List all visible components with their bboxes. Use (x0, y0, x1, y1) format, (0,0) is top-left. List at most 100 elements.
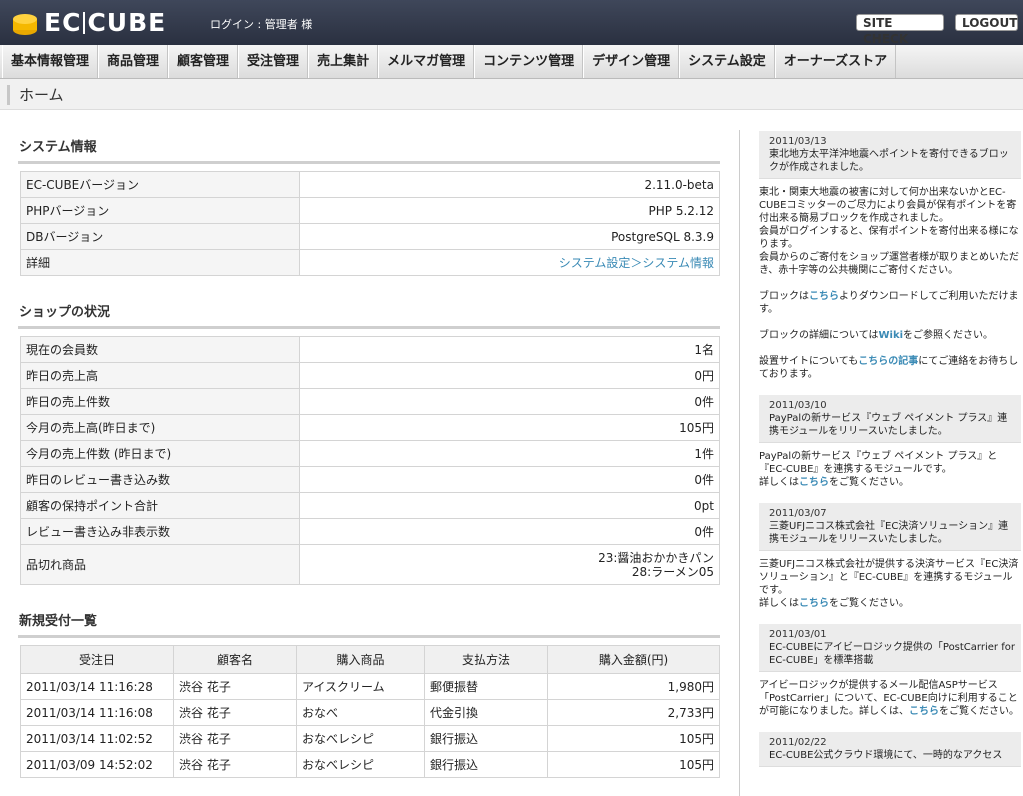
order-amount: 2,733円 (547, 699, 720, 726)
new-orders-table: 受注日 顧客名 購入商品 支払方法 購入金額(円) 2011/03/14 11:… (20, 645, 720, 778)
table-row: DBバージョン PostgreSQL 8.3.9 (20, 223, 720, 250)
ec-cube-logo[interactable]: EC CUBE (12, 8, 166, 37)
detail-link[interactable]: こちら (799, 477, 829, 488)
news-date: 2011/03/13 (769, 136, 827, 147)
row-value: 2.11.0-beta (299, 171, 720, 198)
nav-mailmagazine[interactable]: メルマガ管理 (378, 45, 475, 78)
table-row: 詳細 システム設定＞システム情報 (20, 249, 720, 276)
row-label: 昨日の売上高 (20, 362, 300, 389)
news-paragraph: 設置サイトについてもこちらの記事にてご連絡をお待ちしております。 (759, 355, 1021, 381)
login-status: ログイン : 管理者 様 (210, 18, 313, 31)
nav-design[interactable]: デザイン管理 (583, 45, 680, 78)
row-label: 今月の売上件数 (昨日まで) (20, 440, 300, 467)
col-header: 購入金額(円) (547, 645, 720, 674)
table-row[interactable]: 2011/03/14 11:16:08 渋谷 花子 おなべ 代金引換 2,733… (20, 699, 720, 726)
row-label: EC-CUBEバージョン (20, 171, 300, 198)
news-text: ブロックの詳細については (759, 330, 879, 341)
row-value: 0件 (299, 466, 720, 493)
title-accent (7, 85, 10, 105)
table-row[interactable]: 2011/03/09 14:52:02 渋谷 花子 おなべレシピ 銀行振込 10… (20, 751, 720, 778)
article-link[interactable]: こちらの記事 (858, 356, 918, 367)
news-text: をご覧ください。 (829, 598, 909, 609)
column-divider (739, 130, 740, 796)
detail-link[interactable]: こちら (909, 706, 939, 717)
shop-status-heading: ショップの状況 (18, 296, 720, 329)
cube-logo-icon (13, 13, 37, 35)
shop-status-table: 現在の会員数 1名 昨日の売上高 0円 昨日の売上件数 0件 今月の売上高(昨日まで)… (20, 336, 720, 585)
logo-text: EC CUBE (44, 8, 167, 37)
table-row[interactable]: 2011/03/14 11:16:28 渋谷 花子 アイスクリーム 郵便振替 1… (20, 673, 720, 700)
news-text: をご参照ください。 (903, 330, 994, 341)
nav-system[interactable]: システム設定 (679, 45, 775, 78)
table-row: 顧客の保持ポイント合計 0pt (20, 492, 720, 519)
news-text: 詳しくは (759, 598, 799, 609)
row-value: 105円 (299, 414, 720, 441)
table-row: 昨日の売上件数 0件 (20, 388, 720, 415)
customer-name: 渋谷 花子 (173, 673, 297, 700)
table-row: 昨日の売上高 0円 (20, 362, 720, 389)
product-name: おなべレシピ (296, 751, 425, 778)
row-value: 1件 (299, 440, 720, 467)
news-header: 2011/03/07 三菱UFJニコス株式会社『EC決済ソリューション』連携モジ… (759, 503, 1021, 551)
table-row: 今月の売上高(昨日まで) 105円 (20, 414, 720, 441)
order-date: 2011/03/14 11:02:52 (20, 725, 174, 752)
news-header: 2011/03/13 東北地方太平洋沖地震へポイントを寄付できるブロックが作成さ… (759, 131, 1021, 179)
row-label: レビュー書き込み非表示数 (20, 518, 300, 545)
main-nav: 基本情報管理 商品管理 顧客管理 受注管理 売上集計 メルマガ管理 コンテンツ管… (0, 45, 1023, 79)
system-info-link[interactable]: システム設定＞システム情報 (559, 256, 714, 270)
system-info-table: EC-CUBEバージョン 2.11.0-beta PHPバージョン PHP 5.2.… (20, 171, 720, 276)
news-body: 三菱UFJニコス株式会社が提供する決済サービス『EC決済ソリューション』と『EC… (759, 559, 1019, 596)
news-text: 詳しくは (759, 477, 799, 488)
nav-contents[interactable]: コンテンツ管理 (474, 45, 584, 78)
system-info-heading: システム情報 (18, 131, 720, 164)
row-value: PHP 5.2.12 (299, 197, 720, 224)
product-name: おなべレシピ (296, 725, 425, 752)
nav-orders[interactable]: 受注管理 (238, 45, 309, 78)
news-title: 東北地方太平洋沖地震へポイントを寄付できるブロックが作成されました。 (769, 149, 1009, 173)
payment-method: 銀行振込 (424, 725, 548, 752)
row-value: 0件 (299, 518, 720, 545)
wiki-link[interactable]: Wiki (879, 330, 904, 341)
payment-method: 代金引換 (424, 699, 548, 726)
table-row: レビュー書き込み非表示数 0件 (20, 518, 720, 545)
news-title: 三菱UFJニコス株式会社『EC決済ソリューション』連携モジュールをリリースいたし… (769, 521, 1009, 545)
soldout-item: 23:醤油おかかきパン (598, 550, 714, 565)
news-item: 2011/03/01 EC-CUBEにアイビーロジック提供の「PostCarri… (759, 624, 1021, 718)
table-row[interactable]: 2011/03/14 11:02:52 渋谷 花子 おなべレシピ 銀行振込 10… (20, 725, 720, 752)
news-title: EC-CUBE公式クラウド環境にて、一時的なアクセス (769, 750, 1003, 761)
news-text: をご覧ください。 (829, 477, 909, 488)
row-label: 顧客の保持ポイント合計 (20, 492, 300, 519)
nav-customers[interactable]: 顧客管理 (168, 45, 239, 78)
detail-link[interactable]: こちら (799, 598, 829, 609)
nav-products[interactable]: 商品管理 (98, 45, 169, 78)
page-title: ホーム (19, 86, 64, 104)
nav-owners-store[interactable]: オーナーズストア (774, 45, 897, 78)
table-row: PHPバージョン PHP 5.2.12 (20, 197, 720, 224)
news-body: PayPalの新サービス『ウェブ ペイメント プラス』と『EC-CUBE』を連携… (759, 451, 998, 475)
row-label: 品切れ商品 (20, 544, 300, 585)
row-value: 0pt (299, 492, 720, 519)
customer-name: 渋谷 花子 (173, 751, 297, 778)
news-header: 2011/03/01 EC-CUBEにアイビーロジック提供の「PostCarri… (759, 624, 1021, 672)
news-paragraph: ブロックの詳細についてはWikiをご参照ください。 (759, 329, 1021, 342)
order-date: 2011/03/09 14:52:02 (20, 751, 174, 778)
logout-button[interactable]: LOGOUT (955, 14, 1018, 31)
row-value: PostgreSQL 8.3.9 (299, 223, 720, 250)
main-content: システム情報 EC-CUBEバージョン 2.11.0-beta PHPバージョン P… (18, 131, 720, 778)
row-label: 現在の会員数 (20, 336, 300, 363)
news-paragraph: 詳しくはこちらをご覧ください。 (759, 476, 1021, 489)
download-link[interactable]: こちら (809, 291, 839, 302)
news-paragraph: 詳しくはこちらをご覧ください。 (759, 597, 1021, 610)
site-check-button[interactable]: SITE CHECK (856, 14, 944, 46)
news-header: 2011/03/10 PayPalの新サービス『ウェブ ペイメント プラス』連携… (759, 395, 1021, 443)
col-header: 受注日 (20, 645, 174, 674)
table-row: 現在の会員数 1名 (20, 336, 720, 363)
order-date: 2011/03/14 11:16:28 (20, 673, 174, 700)
nav-sales[interactable]: 売上集計 (308, 45, 379, 78)
table-row: 昨日のレビュー書き込み数 0件 (20, 466, 720, 493)
nav-basic-info[interactable]: 基本情報管理 (2, 45, 99, 78)
news-date: 2011/03/01 (769, 629, 827, 640)
payment-method: 銀行振込 (424, 751, 548, 778)
row-value: 0円 (299, 362, 720, 389)
table-row: 今月の売上件数 (昨日まで) 1件 (20, 440, 720, 467)
